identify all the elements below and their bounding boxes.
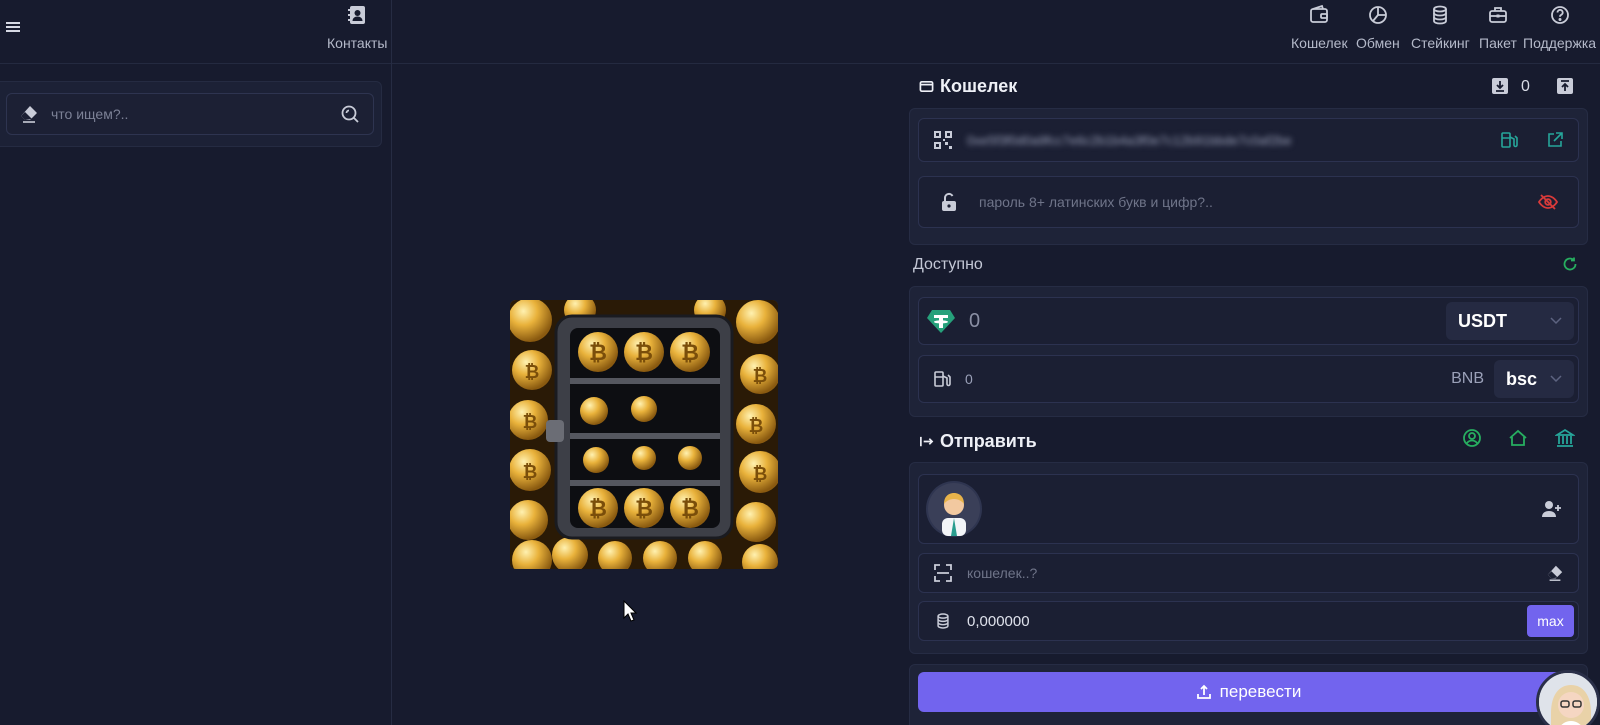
svg-text:₿: ₿: [589, 341, 607, 366]
column-divider: [391, 0, 392, 725]
send-amount-input[interactable]: [967, 612, 1527, 630]
send-arrow-icon: [919, 434, 934, 449]
nav-staking-label: Стейкинг: [1411, 35, 1470, 51]
gas-token: BNB: [1451, 370, 1484, 387]
svg-text:₿: ₿: [749, 416, 764, 437]
user-circle-icon[interactable]: [1462, 428, 1482, 448]
package-icon: [1485, 2, 1511, 28]
nav-package-label: Пакет: [1479, 35, 1517, 51]
chevron-down-icon: [1550, 317, 1562, 325]
nav-package[interactable]: Пакет: [1479, 2, 1517, 51]
wallet-counter: 0: [1521, 78, 1530, 95]
gas-row: 0 BNB bsc: [918, 355, 1579, 403]
refresh-icon[interactable]: [1562, 256, 1578, 272]
nav-support[interactable]: Поддержка: [1523, 2, 1596, 51]
scan-icon[interactable]: [919, 564, 967, 582]
tether-icon: [919, 306, 963, 336]
nav-support-label: Поддержка: [1523, 35, 1597, 51]
contacts-icon: [344, 2, 370, 28]
svg-text:₿: ₿: [753, 464, 768, 485]
network-select[interactable]: bsc: [1494, 360, 1574, 398]
upload-tray-icon: [1196, 684, 1212, 700]
coins-icon: [919, 612, 967, 630]
transfer-button[interactable]: перевести: [918, 672, 1579, 712]
menu-icon[interactable]: [4, 18, 24, 38]
qr-icon[interactable]: [919, 130, 967, 150]
token-select[interactable]: USDT: [1446, 302, 1574, 340]
assistant-avatar[interactable]: [1536, 670, 1600, 725]
token-select-value: USDT: [1458, 310, 1507, 331]
eraser-icon[interactable]: [1532, 564, 1578, 582]
home-icon[interactable]: [1508, 428, 1528, 448]
svg-text:₿: ₿: [523, 462, 538, 483]
nav-exchange-label: Обмен: [1356, 35, 1400, 51]
svg-text:₿: ₿: [753, 366, 768, 387]
svg-text:₿: ₿: [589, 497, 607, 522]
bitcoin-vault-image: ₿ ₿ ₿ ₿ ₿ ₿ ₿ ₿ ₿ ₿ ₿ ₿: [510, 300, 778, 569]
gas-amount: 0: [965, 371, 973, 387]
nav-wallet[interactable]: Кошелек: [1291, 2, 1348, 51]
recipient-wallet-field: [918, 553, 1579, 593]
wallet-title: Кошелек: [940, 76, 1018, 96]
search-input[interactable]: [51, 106, 327, 122]
transfer-button-label: перевести: [1219, 682, 1302, 701]
fuel-icon: [919, 370, 965, 388]
recipient-row[interactable]: [918, 474, 1579, 544]
nav-staking[interactable]: Стейкинг: [1411, 2, 1470, 51]
download-icon[interactable]: [1491, 77, 1509, 95]
address-field: 0xe5f3f0d0a9fcc7e6c2b1b4a3f0e7c12b91bbde…: [918, 118, 1579, 162]
exchange-icon: [1365, 2, 1391, 28]
eraser-icon[interactable]: [7, 104, 51, 124]
nav-exchange[interactable]: Обмен: [1356, 2, 1400, 51]
search-box: [6, 93, 374, 135]
wallet-header: Кошелек: [919, 76, 1017, 97]
nav-wallet-label: Кошелек: [1291, 35, 1348, 51]
support-icon: [1547, 2, 1573, 28]
user-plus-icon[interactable]: [1526, 500, 1578, 518]
staking-icon: [1427, 2, 1453, 28]
chevron-down-icon: [1550, 375, 1562, 383]
bank-icon[interactable]: [1555, 428, 1575, 448]
nav-contacts[interactable]: Контакты: [327, 2, 387, 51]
mouse-cursor: [623, 600, 637, 622]
wallet-address: 0xe5f3f0d0a9fcc7e6c2b1b4a3f0e7c12b91bbde…: [967, 132, 1292, 148]
send-header: Отправить: [919, 431, 1037, 452]
vault-illustration: ₿ ₿ ₿ ₿ ₿ ₿ ₿ ₿ ₿ ₿ ₿ ₿: [510, 300, 778, 569]
upload-icon[interactable]: [1556, 77, 1574, 95]
search-icon[interactable]: [327, 104, 373, 124]
max-button[interactable]: max: [1527, 605, 1574, 637]
wallet-small-icon: [919, 79, 934, 94]
unlock-icon[interactable]: [919, 192, 979, 212]
svg-text:₿: ₿: [523, 412, 538, 433]
fuel-icon[interactable]: [1486, 131, 1532, 149]
available-label: Доступно: [913, 256, 983, 273]
nav-contacts-label: Контакты: [327, 35, 388, 51]
wallet-icon: [1306, 2, 1332, 28]
svg-text:₿: ₿: [681, 341, 699, 366]
network-select-value: bsc: [1506, 368, 1538, 389]
svg-text:₿: ₿: [635, 497, 653, 522]
external-link-icon[interactable]: [1532, 131, 1578, 149]
eye-off-icon[interactable]: [1518, 193, 1578, 211]
token-amount[interactable]: 0: [963, 310, 1446, 333]
svg-text:₿: ₿: [525, 362, 540, 383]
send-title: Отправить: [940, 431, 1037, 451]
password-input[interactable]: [979, 194, 1518, 210]
avatar: [919, 480, 989, 538]
send-amount-field: max: [918, 601, 1579, 641]
svg-text:₿: ₿: [681, 497, 699, 522]
svg-text:₿: ₿: [635, 341, 653, 366]
password-field-wrap: [918, 176, 1579, 228]
recipient-wallet-input[interactable]: [967, 565, 1532, 581]
token-amount-row: 0 USDT: [918, 297, 1579, 345]
